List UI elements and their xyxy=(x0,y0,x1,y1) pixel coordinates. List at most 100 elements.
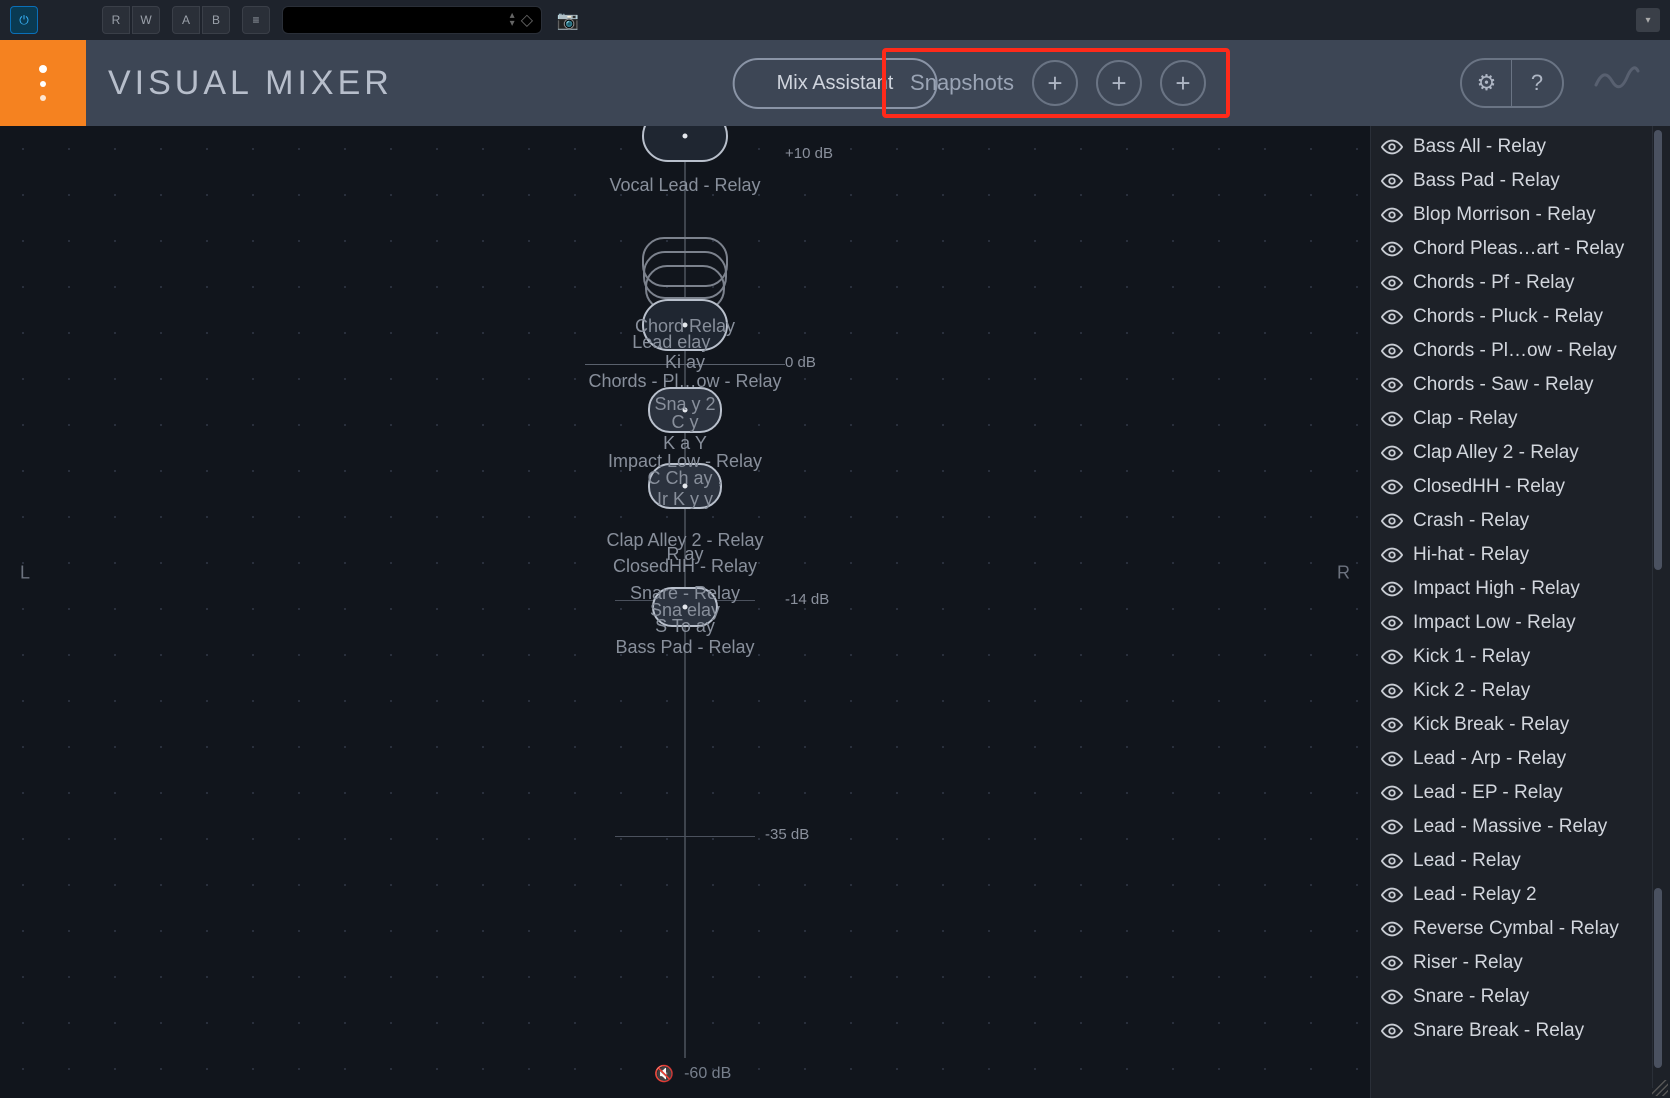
settings-gear-icon[interactable]: ⚙ xyxy=(1462,60,1512,106)
track-name-label: Chords - Pluck - Relay xyxy=(1413,306,1603,328)
track-name-label: Lead - EP - Relay xyxy=(1413,782,1563,804)
track-name-label: Chords - Pf - Relay xyxy=(1413,272,1575,294)
outer-scrollbar-thumb-upper[interactable] xyxy=(1654,130,1662,570)
automation-read-button[interactable]: R xyxy=(102,6,130,34)
visibility-eye-icon[interactable] xyxy=(1381,782,1403,804)
help-icon[interactable]: ? xyxy=(1512,60,1562,106)
track-name-label: Crash - Relay xyxy=(1413,510,1529,532)
snapshots-highlight: Snapshots + + + xyxy=(882,48,1230,118)
visibility-eye-icon[interactable] xyxy=(1381,646,1403,668)
visibility-eye-icon[interactable] xyxy=(1381,748,1403,770)
track-name-label: Chord Pleas…art - Relay xyxy=(1413,238,1624,260)
visibility-eye-icon[interactable] xyxy=(1381,238,1403,260)
visibility-eye-icon[interactable] xyxy=(1381,918,1403,940)
host-menu-dropdown[interactable]: ▾ xyxy=(1636,8,1660,32)
track-row[interactable]: Snare - Relay xyxy=(1381,980,1670,1014)
track-name-label: Impact Low - Relay xyxy=(1413,612,1576,634)
track-row[interactable]: Kick 2 - Relay xyxy=(1381,674,1670,708)
track-row[interactable]: Lead - Arp - Relay xyxy=(1381,742,1670,776)
visibility-eye-icon[interactable] xyxy=(1381,612,1403,634)
compare-b-button[interactable]: B xyxy=(202,6,230,34)
track-row[interactable]: Kick 1 - Relay xyxy=(1381,640,1670,674)
compare-a-button[interactable]: A xyxy=(172,6,200,34)
track-row[interactable]: ClosedHH - Relay xyxy=(1381,470,1670,504)
track-name-label: Snare - Relay xyxy=(1413,986,1529,1008)
track-name-label: Blop Morrison - Relay xyxy=(1413,204,1596,226)
track-row[interactable]: Crash - Relay xyxy=(1381,504,1670,538)
snapshot-slot-2-button[interactable]: + xyxy=(1096,60,1142,106)
preset-updown-icon: ▴▾ xyxy=(510,12,515,28)
visibility-eye-icon[interactable] xyxy=(1381,952,1403,974)
track-row[interactable]: Reverse Cymbal - Relay xyxy=(1381,912,1670,946)
visibility-eye-icon[interactable] xyxy=(1381,306,1403,328)
camera-icon[interactable]: 📷 xyxy=(554,6,582,34)
mixer-canvas[interactable]: +10 dB 0 dB -14 dB -35 dB L R Vocal Lead… xyxy=(0,126,1370,1098)
resize-grip-icon[interactable] xyxy=(1652,1080,1668,1096)
header-right-controls: ⚙ ? xyxy=(1460,58,1640,108)
track-row[interactable]: Clap Alley 2 - Relay xyxy=(1381,436,1670,470)
power-button[interactable]: ⏻ xyxy=(10,6,38,34)
track-row[interactable]: Impact Low - Relay xyxy=(1381,606,1670,640)
track-row[interactable]: Lead - Relay 2 xyxy=(1381,878,1670,912)
visibility-eye-icon[interactable] xyxy=(1381,510,1403,532)
track-row[interactable]: Kick Break - Relay xyxy=(1381,708,1670,742)
visibility-eye-icon[interactable] xyxy=(1381,884,1403,906)
track-row[interactable]: Chords - Pluck - Relay xyxy=(1381,300,1670,334)
track-list-panel[interactable]: Bass All - RelayBass Pad - Relay Blop Mor… xyxy=(1370,126,1670,1098)
track-row[interactable]: Riser - Relay xyxy=(1381,946,1670,980)
track-name-label: Hi-hat - Relay xyxy=(1413,544,1529,566)
track-name-label: Impact High - Relay xyxy=(1413,578,1580,600)
canvas-node-label: S To ay xyxy=(655,616,715,637)
visibility-eye-icon[interactable] xyxy=(1381,476,1403,498)
automation-write-button[interactable]: W xyxy=(132,6,160,34)
snapshot-slot-1-button[interactable]: + xyxy=(1032,60,1078,106)
track-row[interactable]: Bass Pad - Relay xyxy=(1381,164,1670,198)
canvas-node-label: Ir K y y xyxy=(657,489,713,510)
canvas-node-label: C Ch ay , xyxy=(647,468,722,489)
visibility-eye-icon[interactable] xyxy=(1381,204,1403,226)
visibility-eye-icon[interactable] xyxy=(1381,850,1403,872)
visibility-eye-icon[interactable] xyxy=(1381,1020,1403,1042)
visibility-eye-icon[interactable] xyxy=(1381,442,1403,464)
main-area: +10 dB 0 dB -14 dB -35 dB L R Vocal Lead… xyxy=(0,126,1670,1098)
track-name-label: Lead - Massive - Relay xyxy=(1413,816,1607,838)
track-name-label: ClosedHH - Relay xyxy=(1413,476,1565,498)
db-label-zero: 0 dB xyxy=(785,354,816,371)
visibility-eye-icon[interactable] xyxy=(1381,816,1403,838)
track-row[interactable]: Chords - Pf - Relay xyxy=(1381,266,1670,300)
track-name-label: Kick 2 - Relay xyxy=(1413,680,1530,702)
visibility-eye-icon[interactable] xyxy=(1381,272,1403,294)
track-row[interactable]: Lead - EP - Relay xyxy=(1381,776,1670,810)
track-row[interactable]: Chords - Pl…ow - Relay xyxy=(1381,334,1670,368)
izotope-logo-icon xyxy=(0,40,86,126)
visibility-eye-icon[interactable] xyxy=(1381,714,1403,736)
visibility-eye-icon[interactable] xyxy=(1381,680,1403,702)
visibility-eye-icon[interactable] xyxy=(1381,986,1403,1008)
track-row[interactable]: Hi-hat - Relay xyxy=(1381,538,1670,572)
track-row[interactable]: Lead - Massive - Relay xyxy=(1381,810,1670,844)
visibility-eye-icon[interactable] xyxy=(1381,374,1403,396)
list-button[interactable]: ≡ xyxy=(242,6,270,34)
visibility-eye-icon[interactable] xyxy=(1381,408,1403,430)
visibility-eye-icon[interactable] xyxy=(1381,136,1403,158)
visibility-eye-icon[interactable] xyxy=(1381,544,1403,566)
preset-copy-icon: ◇ xyxy=(521,10,533,30)
track-name-label: Clap - Relay xyxy=(1413,408,1518,430)
track-row[interactable]: Chord Pleas…art - Relay xyxy=(1381,232,1670,266)
track-row[interactable]: Snare Break - Relay xyxy=(1381,1014,1670,1048)
snapshot-slot-3-button[interactable]: + xyxy=(1160,60,1206,106)
visibility-eye-icon[interactable] xyxy=(1381,170,1403,192)
track-row[interactable]: Chords - Saw - Relay xyxy=(1381,368,1670,402)
outer-scrollbar-thumb-lower[interactable] xyxy=(1654,888,1662,1068)
track-row[interactable]: Clap - Relay xyxy=(1381,402,1670,436)
track-row[interactable]: Blop Morrison - Relay xyxy=(1381,198,1670,232)
track-name-label: Clap Alley 2 - Relay xyxy=(1413,442,1579,464)
outer-scrollbar-track[interactable] xyxy=(1652,126,1664,1088)
visibility-eye-icon[interactable] xyxy=(1381,578,1403,600)
track-row[interactable]: Bass All - Relay xyxy=(1381,130,1670,164)
preset-selector[interactable]: ▴▾ ◇ xyxy=(282,6,542,34)
visibility-eye-icon[interactable] xyxy=(1381,340,1403,362)
track-row[interactable]: Lead - Relay xyxy=(1381,844,1670,878)
track-row[interactable]: Impact High - Relay xyxy=(1381,572,1670,606)
track-puck[interactable] xyxy=(642,126,728,162)
